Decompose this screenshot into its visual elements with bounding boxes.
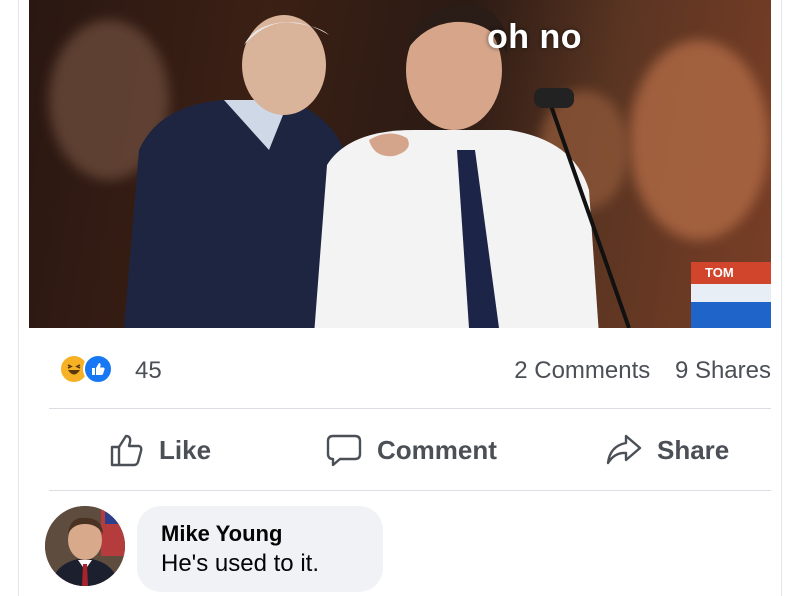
share-arrow-icon bbox=[606, 434, 642, 465]
reaction-icons[interactable] bbox=[59, 352, 129, 388]
actions-divider bbox=[49, 490, 771, 491]
comment-item: Mike Young He's used to it. bbox=[45, 504, 771, 596]
stats-divider bbox=[49, 408, 771, 409]
shares-count-link[interactable]: 9 Shares bbox=[675, 357, 771, 384]
comment-author[interactable]: Mike Young bbox=[161, 520, 359, 548]
speech-bubble-icon bbox=[326, 434, 362, 467]
like-button[interactable]: Like bbox=[109, 410, 211, 490]
thumbs-up-icon bbox=[110, 434, 143, 467]
share-label: Share bbox=[657, 434, 730, 465]
comment-label: Comment bbox=[377, 434, 497, 465]
comment-button[interactable]: Comment bbox=[325, 410, 497, 490]
like-label: Like bbox=[159, 434, 212, 465]
post-video[interactable]: oh no TOM bbox=[29, 0, 771, 328]
post-stats: 45 2 Comments 9 Shares bbox=[49, 352, 771, 388]
like-icon bbox=[83, 354, 113, 384]
post-action-bar: Like Comment Share bbox=[49, 410, 771, 490]
post-card: oh no TOM 45 2 Comments 9 Shares Like Co… bbox=[18, 0, 782, 596]
avatar-portrait bbox=[45, 506, 125, 586]
comment-bubble: Mike Young He's used to it. bbox=[137, 506, 383, 592]
video-caption: oh no bbox=[487, 18, 583, 56]
commenter-avatar[interactable] bbox=[45, 506, 125, 586]
comments-count-link[interactable]: 2 Comments bbox=[514, 357, 650, 384]
reaction-count[interactable]: 45 bbox=[135, 357, 162, 385]
video-scene bbox=[124, 4, 631, 328]
engagement-counts: 2 Comments 9 Shares bbox=[496, 357, 771, 385]
tv-badge-text: TOM bbox=[705, 265, 734, 280]
share-button[interactable]: Share bbox=[605, 410, 729, 490]
tv-channel-badge: TOM bbox=[691, 262, 771, 328]
comment-text: He's used to it. bbox=[161, 550, 319, 577]
